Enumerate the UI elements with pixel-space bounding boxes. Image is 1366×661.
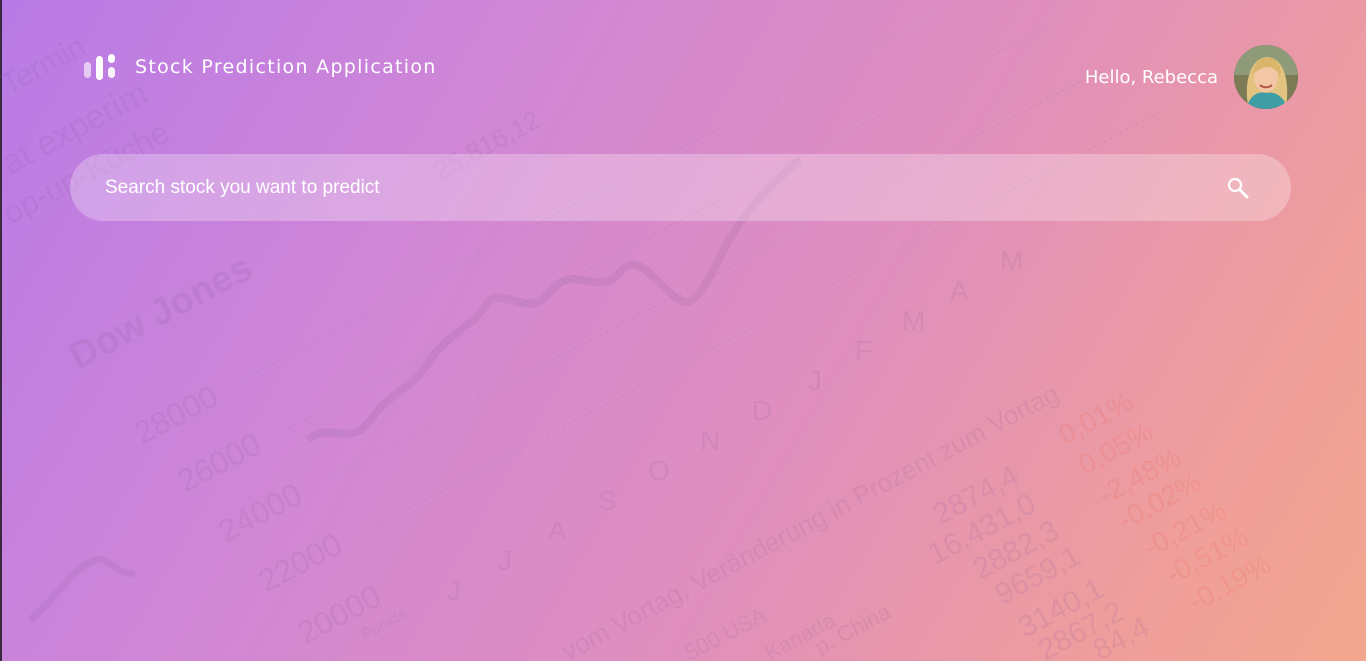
user-greeting: Hello, Rebecca xyxy=(1084,66,1218,88)
search-icon xyxy=(1227,177,1249,198)
bg-change: -0,02% xyxy=(1113,466,1206,535)
bg-month: A xyxy=(548,515,567,546)
bg-month: F xyxy=(855,335,872,366)
bg-level-label: 22000 xyxy=(252,526,347,600)
bg-month: S xyxy=(598,485,617,516)
bg-unit-label: Punkte xyxy=(359,605,411,643)
bg-value: 2874,4 xyxy=(928,459,1025,531)
user-avatar[interactable] xyxy=(1234,45,1298,109)
bg-month: A xyxy=(950,275,969,306)
app-title: Stock Prediction Application xyxy=(135,56,437,78)
bg-value: 2867,2 xyxy=(1033,595,1130,661)
bg-month: N xyxy=(700,425,720,456)
bg-value: 84,4 xyxy=(1088,611,1155,661)
bg-fragment: Termin xyxy=(0,30,91,101)
window-edge xyxy=(0,0,2,661)
stock-search-bar[interactable] xyxy=(70,153,1291,222)
bg-month: O xyxy=(648,455,670,486)
bg-month: J xyxy=(498,545,512,576)
bg-month: M xyxy=(1000,245,1023,276)
bg-change: -0,19% xyxy=(1183,548,1276,617)
bg-value: 2882,3 xyxy=(968,514,1065,586)
bg-region: p. China xyxy=(811,599,896,660)
bg-level-label: 28000 xyxy=(128,378,223,452)
bg-headline: vom Vortag, Veränderung in Prozent zum V… xyxy=(557,378,1064,661)
bg-change: -0,51% xyxy=(1160,521,1253,590)
bg-change: 0,05% xyxy=(1073,416,1158,481)
bg-change: -2,48% xyxy=(1093,441,1186,510)
bg-dow-jones-label: Dow Jones xyxy=(63,247,260,378)
bg-level-label: 24000 xyxy=(212,476,307,550)
bg-value: 9659,1 xyxy=(990,539,1087,611)
bg-value: 3140,1 xyxy=(1013,572,1110,644)
bg-level-label: 26000 xyxy=(171,426,266,500)
bg-change: -0,21% xyxy=(1138,494,1231,563)
bg-region: Kanada xyxy=(761,607,840,661)
bg-month: M xyxy=(902,305,925,336)
bg-level-label: 20000 xyxy=(291,578,386,652)
user-menu[interactable]: Hello, Rebecca xyxy=(1085,45,1298,109)
search-button[interactable] xyxy=(1223,173,1253,203)
app-header: Stock Prediction Application xyxy=(84,54,437,80)
bg-region: 500 USA xyxy=(681,602,771,661)
bg-month: J xyxy=(447,575,461,606)
bg-month: D xyxy=(752,395,772,426)
bars-logo-icon xyxy=(84,54,116,80)
bg-change: 0,01% xyxy=(1053,386,1138,451)
bg-value: 16.431,0 xyxy=(923,487,1042,571)
bg-month: J xyxy=(808,365,822,396)
search-input[interactable] xyxy=(70,153,1223,222)
